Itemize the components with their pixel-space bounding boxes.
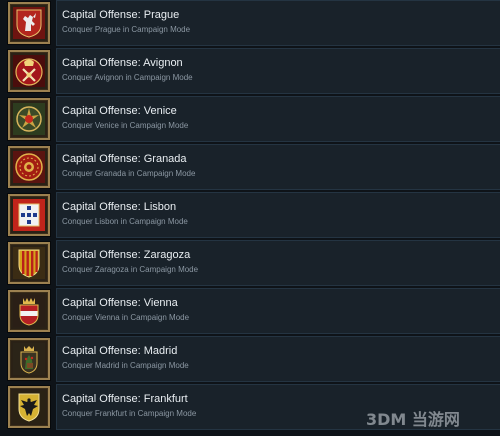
achievement-title: Capital Offense: Granada bbox=[62, 153, 187, 165]
madrid-crest-icon bbox=[13, 343, 45, 375]
achievement-title: Capital Offense: Lisbon bbox=[62, 201, 177, 213]
achievement-row-venice[interactable]: Capital Offense: Venice Conquer Venice i… bbox=[8, 96, 500, 142]
achievement-badge bbox=[8, 194, 50, 236]
achievement-panel: Capital Offense: Madrid Conquer Madrid i… bbox=[56, 336, 500, 382]
achievement-panel: Capital Offense: Granada Conquer Granada… bbox=[56, 144, 500, 190]
achievement-description: Conquer Vienna in Campaign Mode bbox=[62, 313, 190, 322]
achievement-description: Conquer Venice in Campaign Mode bbox=[62, 121, 189, 130]
achievement-badge bbox=[8, 242, 50, 284]
granada-crest-icon bbox=[13, 151, 45, 183]
achievement-title: Capital Offense: Avignon bbox=[62, 57, 183, 69]
achievement-panel: Capital Offense: Zaragoza Conquer Zarago… bbox=[56, 240, 500, 286]
achievement-panel: Capital Offense: Vienna Conquer Vienna i… bbox=[56, 288, 500, 334]
achievement-badge bbox=[8, 98, 50, 140]
achievement-panel: Capital Offense: Venice Conquer Venice i… bbox=[56, 96, 500, 142]
achievement-description: Conquer Frankfurt in Campaign Mode bbox=[62, 409, 197, 418]
achievement-row-vienna[interactable]: Capital Offense: Vienna Conquer Vienna i… bbox=[8, 288, 500, 334]
achievement-description: Conquer Madrid in Campaign Mode bbox=[62, 361, 189, 370]
venice-crest-icon bbox=[13, 103, 45, 135]
achievement-row-zaragoza[interactable]: Capital Offense: Zaragoza Conquer Zarago… bbox=[8, 240, 500, 286]
achievement-badge bbox=[8, 146, 50, 188]
achievement-row-prague[interactable]: Capital Offense: Prague Conquer Prague i… bbox=[8, 0, 500, 46]
frankfurt-eagle-shield-icon bbox=[13, 391, 45, 423]
prague-lion-crest-icon bbox=[13, 7, 45, 39]
achievement-row-granada[interactable]: Capital Offense: Granada Conquer Granada… bbox=[8, 144, 500, 190]
lisbon-crest-icon bbox=[13, 199, 45, 231]
achievement-title: Capital Offense: Frankfurt bbox=[62, 393, 188, 405]
achievement-badge bbox=[8, 290, 50, 332]
achievement-panel: Capital Offense: Prague Conquer Prague i… bbox=[56, 0, 500, 46]
achievement-title: Capital Offense: Madrid bbox=[62, 345, 178, 357]
achievement-description: Conquer Zaragoza in Campaign Mode bbox=[62, 265, 199, 274]
achievement-panel: Capital Offense: Avignon Conquer Avignon… bbox=[56, 48, 500, 94]
achievement-badge bbox=[8, 2, 50, 44]
achievement-description: Conquer Granada in Campaign Mode bbox=[62, 169, 196, 178]
achievement-badge bbox=[8, 338, 50, 380]
achievement-list: Capital Offense: Prague Conquer Prague i… bbox=[0, 0, 500, 436]
achievement-description: Conquer Lisbon in Campaign Mode bbox=[62, 217, 188, 226]
achievement-row-madrid[interactable]: Capital Offense: Madrid Conquer Madrid i… bbox=[8, 336, 500, 382]
achievement-badge bbox=[8, 50, 50, 92]
achievement-title: Capital Offense: Venice bbox=[62, 105, 177, 117]
achievement-row-lisbon[interactable]: Capital Offense: Lisbon Conquer Lisbon i… bbox=[8, 192, 500, 238]
achievement-panel: Capital Offense: Lisbon Conquer Lisbon i… bbox=[56, 192, 500, 238]
achievement-title: Capital Offense: Zaragoza bbox=[62, 249, 191, 261]
avignon-papal-crest-icon bbox=[13, 55, 45, 87]
achievement-badge bbox=[8, 386, 50, 428]
svg-text:3DM 当游网: 3DM 当游网 bbox=[366, 410, 460, 429]
achievement-description: Conquer Avignon in Campaign Mode bbox=[62, 73, 193, 82]
zaragoza-striped-shield-icon bbox=[13, 247, 45, 279]
vienna-crowned-shield-icon bbox=[13, 295, 45, 327]
watermark-logo-icon: 3DM 当游网 bbox=[366, 408, 490, 430]
achievement-title: Capital Offense: Vienna bbox=[62, 297, 178, 309]
achievement-title: Capital Offense: Prague bbox=[62, 9, 180, 21]
achievement-row-avignon[interactable]: Capital Offense: Avignon Conquer Avignon… bbox=[8, 48, 500, 94]
achievement-description: Conquer Prague in Campaign Mode bbox=[62, 25, 191, 34]
